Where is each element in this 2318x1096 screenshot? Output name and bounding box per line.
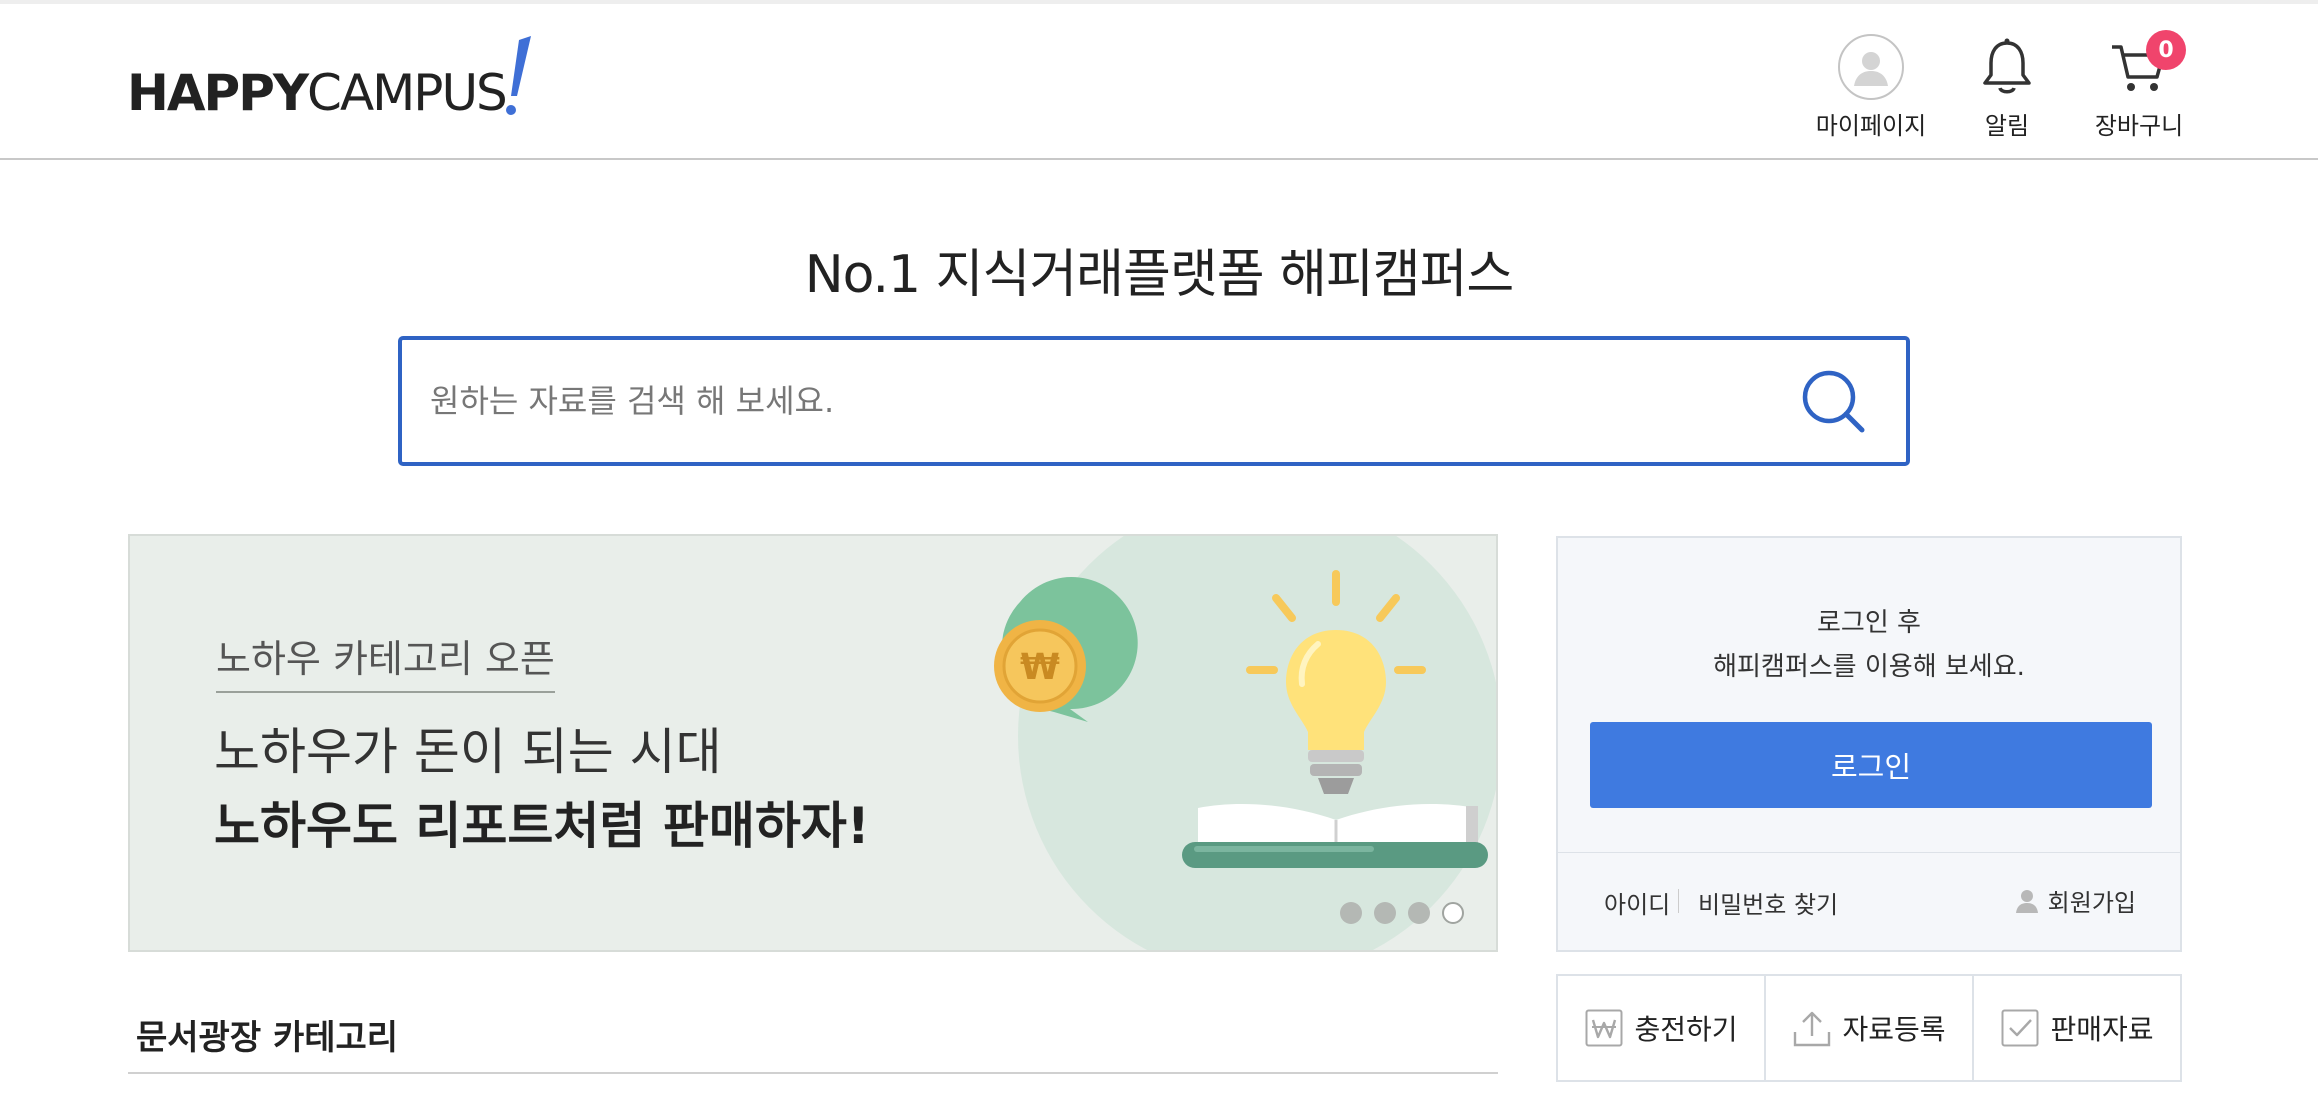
search-button[interactable]	[1798, 366, 1870, 438]
carousel-dots	[1340, 902, 1464, 924]
upload-icon	[1792, 1008, 1832, 1048]
page-title: No.1 지식거래플랫폼 해피캠퍼스	[804, 245, 1515, 305]
cart-label: 장바구니	[2094, 112, 2184, 140]
lightbulb-book-illustration: ₩	[994, 536, 1496, 950]
login-links: 아이디 비밀번호 찾기 회원가입	[1558, 852, 2180, 952]
find-id-link[interactable]: 아이디	[1604, 885, 1670, 920]
sales-label: 판매자료	[2050, 1013, 2154, 1046]
carousel-dot-2[interactable]	[1374, 902, 1396, 924]
banner-headline-2: 노하우도 리포트처럼 판매하자!	[214, 797, 870, 855]
divider	[1678, 889, 1679, 913]
signup-link[interactable]: 회원가입	[2014, 883, 2136, 918]
charge-label: 충전하기	[1634, 1013, 1738, 1046]
carousel-dot-3[interactable]	[1408, 902, 1430, 924]
alarm-nav[interactable]: 알림	[1972, 32, 2042, 141]
site-header: HAPPYCAMPUS 마이페이지 알림 0 장바구니	[0, 4, 2318, 160]
user-icon	[1838, 34, 1904, 100]
category-title: 문서광장 카테고리	[136, 1018, 399, 1058]
bell-icon	[1972, 32, 2042, 102]
upload-label: 자료등록	[1842, 1013, 1946, 1046]
promo-banner[interactable]: 노하우 카테고리 오픈 노하우가 돈이 되는 시대 노하우도 리포트처럼 판매하…	[128, 534, 1498, 952]
quick-actions: 충전하기 자료등록 판매자료	[1556, 974, 2182, 1082]
alarm-label: 알림	[1984, 112, 2030, 140]
checkbox-icon	[2000, 1008, 2040, 1048]
search-input[interactable]	[430, 370, 1730, 432]
won-icon	[1584, 1008, 1624, 1048]
logo-text: HAPPYCAMPUS	[127, 64, 508, 122]
logo-exclamation-icon	[506, 36, 531, 115]
cart-nav[interactable]: 0 장바구니	[2094, 30, 2186, 141]
signup-label: 회원가입	[2047, 889, 2136, 917]
login-message-1: 로그인 후	[1817, 608, 1921, 638]
search-icon	[1802, 370, 1865, 433]
charge-button[interactable]: 충전하기	[1558, 976, 1766, 1080]
login-panel: 로그인 후 해피캠퍼스를 이용해 보세요. 로그인 아이디 비밀번호 찾기 회원…	[1556, 536, 2182, 952]
carousel-dot-1[interactable]	[1340, 902, 1362, 924]
upload-button[interactable]: 자료등록	[1766, 976, 1974, 1080]
login-message-2: 해피캠퍼스를 이용해 보세요.	[1713, 652, 2025, 682]
find-password-link[interactable]: 비밀번호 찾기	[1698, 885, 1838, 920]
search-box	[398, 336, 1910, 466]
banner-headline-1: 노하우가 돈이 되는 시대	[214, 723, 722, 781]
logo[interactable]: HAPPYCAMPUS	[127, 34, 547, 124]
coin-won-icon: ₩	[1020, 647, 1060, 688]
sales-button[interactable]: 판매자료	[1974, 976, 2180, 1080]
cart-count-badge: 0	[2146, 30, 2186, 70]
mypage-label: 마이페이지	[1815, 112, 1927, 140]
carousel-dot-4[interactable]	[1442, 902, 1464, 924]
banner-subtitle: 노하우 카테고리 오픈	[216, 628, 555, 693]
category-divider	[128, 1072, 1498, 1074]
mypage-nav[interactable]: 마이페이지	[1816, 32, 1926, 141]
person-icon	[2015, 889, 2038, 913]
login-button[interactable]: 로그인	[1590, 722, 2152, 808]
